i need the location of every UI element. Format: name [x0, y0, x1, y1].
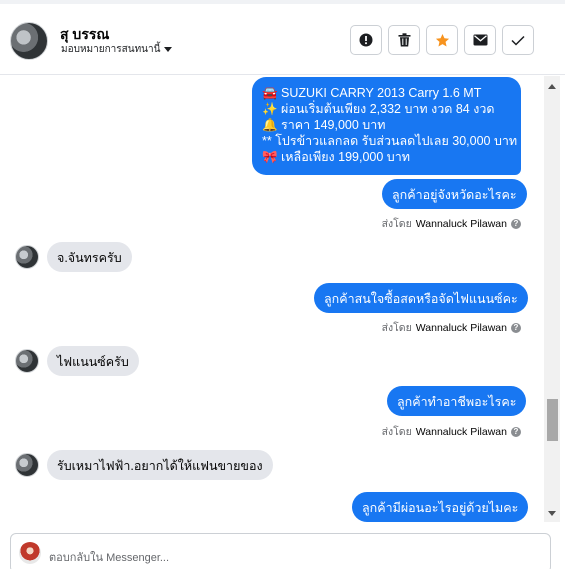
- outgoing-message[interactable]: ลูกค้าอยู่จังหวัดอะไรคะ: [382, 179, 527, 209]
- trash-icon: [398, 33, 410, 47]
- help-icon[interactable]: ?: [511, 218, 521, 229]
- sent-by-prefix: ส่งโดย: [381, 426, 412, 438]
- help-icon[interactable]: ?: [511, 426, 521, 437]
- envelope-icon: [473, 34, 487, 46]
- outgoing-message-listing[interactable]: 🚘 SUZUKI CARRY 2013 Carry 1.6 MT ✨ ผ่อนเ…: [252, 77, 521, 175]
- reply-composer[interactable]: ตอบกลับใน Messenger...: [10, 533, 551, 569]
- mark-unread-button[interactable]: [464, 25, 496, 55]
- outgoing-message[interactable]: ลูกค้าทำอาชีพอะไรคะ: [387, 386, 527, 416]
- listing-line: 🎀 เหลือเพียง 199,000 บาท: [262, 150, 410, 164]
- listing-line: 🔔 ราคา 149,000 บาท: [262, 118, 386, 132]
- reply-input-placeholder[interactable]: ตอบกลับใน Messenger...: [49, 548, 169, 566]
- contact-avatar-small[interactable]: [15, 453, 39, 477]
- message-thread: 🚘 SUZUKI CARRY 2013 Carry 1.6 MT ✨ ผ่อนเ…: [0, 76, 544, 522]
- incoming-message[interactable]: รับเหมาไฟฟ้า.อยากได้ให้แฟนขายของ: [47, 450, 273, 480]
- sent-by-note: ส่งโดย Wannaluck Pilawan ?: [382, 215, 521, 232]
- star-icon: [435, 33, 449, 46]
- scroll-thumb[interactable]: [547, 399, 558, 441]
- sent-by-agent: Wannaluck Pilawan: [415, 321, 507, 334]
- thread-scrollbar[interactable]: [544, 76, 560, 522]
- top-divider: [0, 0, 565, 4]
- sent-by-prefix: ส่งโดย: [381, 322, 412, 334]
- listing-line: ✨ ผ่อนเริ่มต้นเพียง 2,332 บาท งวด 84 งวด: [262, 102, 495, 116]
- delete-button[interactable]: [388, 25, 420, 55]
- incoming-message[interactable]: ไฟแนนซ์ครับ: [47, 346, 139, 376]
- contact-avatar-small[interactable]: [15, 349, 39, 373]
- done-button[interactable]: [502, 25, 534, 55]
- outgoing-message[interactable]: ลูกค้ามีผ่อนอะไรอยู่ด้วยไมคะ: [352, 492, 529, 522]
- page-avatar: [19, 542, 41, 564]
- star-button[interactable]: [426, 25, 458, 55]
- sent-by-note: ส่งโดย Wannaluck Pilawan ?: [382, 319, 521, 336]
- messenger-conversation-panel: สุ บรรณ มอบหมายการสนทนานี้ 🚘 SUZUKI CARR…: [0, 0, 565, 569]
- sent-by-agent: Wannaluck Pilawan: [415, 425, 507, 438]
- caret-down-icon: [164, 47, 173, 52]
- help-icon[interactable]: ?: [511, 322, 521, 333]
- listing-line: ** โปรข้าวแลกลด รับส่วนลดไปเลย 30,000 บา…: [262, 134, 518, 148]
- assign-label: มอบหมายการสนทนานี้: [61, 44, 161, 55]
- outgoing-message[interactable]: ลูกค้าสนใจซื้อสดหรือจัดไฟแนนซ์คะ: [314, 283, 528, 313]
- scroll-down-arrow-icon[interactable]: [548, 511, 556, 516]
- header-actions: [350, 25, 534, 55]
- incoming-message[interactable]: จ.จันทรครับ: [47, 242, 132, 272]
- listing-line: 🚘 SUZUKI CARRY 2013 Carry 1.6 MT: [262, 86, 482, 100]
- scroll-up-arrow-icon[interactable]: [548, 84, 556, 89]
- spam-button[interactable]: [350, 25, 382, 55]
- assign-conversation-dropdown[interactable]: มอบหมายการสนทนานี้: [61, 42, 173, 57]
- sent-by-note: ส่งโดย Wannaluck Pilawan ?: [382, 423, 521, 440]
- contact-avatar[interactable]: [10, 22, 48, 60]
- sent-by-prefix: ส่งโดย: [381, 218, 412, 230]
- contact-avatar-small[interactable]: [15, 245, 39, 269]
- check-icon: [511, 35, 525, 46]
- sent-by-agent: Wannaluck Pilawan: [415, 217, 507, 230]
- conversation-header: สุ บรรณ มอบหมายการสนทนานี้: [0, 0, 565, 75]
- alert-icon: [359, 33, 373, 47]
